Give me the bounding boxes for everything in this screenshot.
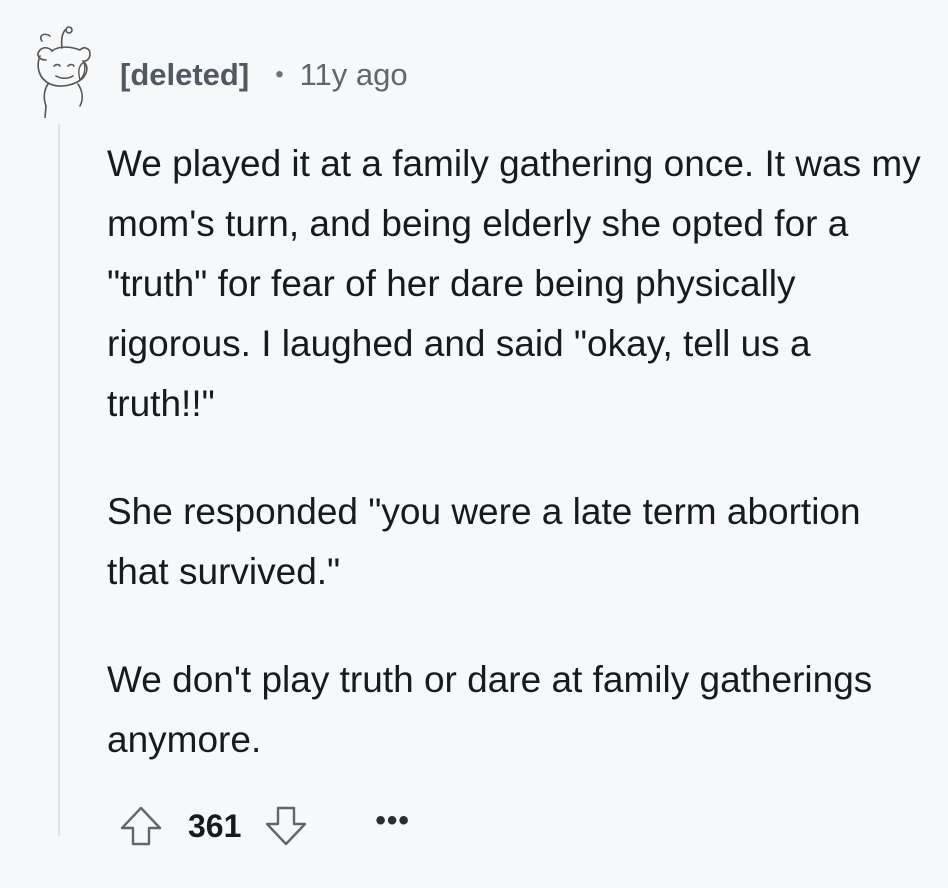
comment-card: [deleted] • 11y ago We played it at a fa… bbox=[0, 0, 948, 888]
upvote-arrow-icon[interactable] bbox=[118, 803, 164, 849]
deleted-user-avatar-icon[interactable] bbox=[28, 26, 96, 118]
comment-body: We played it at a family gathering once.… bbox=[107, 134, 927, 770]
comment-meta: [deleted] • 11y ago bbox=[120, 52, 408, 98]
downvote-arrow-icon[interactable] bbox=[263, 803, 309, 849]
comment-paragraph: We played it at a family gathering once.… bbox=[107, 143, 921, 424]
comment-age: 11y ago bbox=[299, 57, 408, 92]
meta-separator: • bbox=[275, 61, 284, 88]
vote-score: 361 bbox=[188, 807, 242, 844]
comment-paragraph: We don't play truth or dare at family ga… bbox=[107, 659, 873, 760]
author-name[interactable]: [deleted] bbox=[120, 57, 249, 93]
comment-paragraph: She responded "you were a late term abor… bbox=[107, 491, 861, 592]
more-options-icon[interactable]: ••• bbox=[375, 806, 410, 846]
comment-actions: 361 ••• bbox=[118, 798, 410, 854]
thread-line[interactable] bbox=[58, 124, 60, 836]
